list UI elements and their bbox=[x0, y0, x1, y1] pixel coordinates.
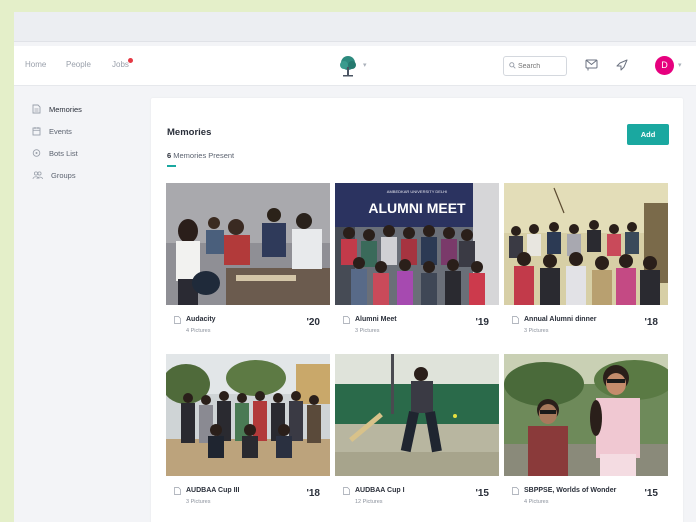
sidebar-item-groups[interactable]: Groups bbox=[32, 168, 76, 182]
memory-year: '18 bbox=[306, 488, 320, 499]
memory-photo[interactable] bbox=[335, 354, 499, 476]
add-memory-button[interactable]: Add bbox=[627, 124, 669, 145]
memory-card-audbaa-cup-i[interactable]: AUDBAA Cup I 12 Pictures '15 bbox=[335, 354, 499, 516]
memory-picture-count: 3 Pictures bbox=[186, 499, 211, 505]
memory-picture-count: 3 Pictures bbox=[524, 328, 549, 334]
banner-title: ALUMNI MEET bbox=[368, 200, 466, 216]
search-box[interactable] bbox=[503, 56, 567, 76]
memory-year: '18 bbox=[644, 317, 658, 328]
nav-people-link[interactable]: People bbox=[66, 60, 91, 69]
memory-year: '19 bbox=[475, 317, 489, 328]
sidebar-item-bots-list[interactable]: Bots List bbox=[32, 146, 78, 160]
memory-picture-count: 4 Pictures bbox=[186, 328, 211, 334]
memory-photo[interactable] bbox=[166, 183, 330, 305]
memory-title: Alumni Meet bbox=[355, 316, 397, 323]
memory-year: '20 bbox=[306, 317, 320, 328]
memory-title: SBPPSE, Worlds of Wonder bbox=[524, 487, 617, 494]
memory-card-sbppse-worlds-of-wonder[interactable]: SBPPSE, Worlds of Wonder 4 Pictures '15 bbox=[504, 354, 668, 516]
search-icon bbox=[509, 62, 516, 69]
avatar-chevron-down-icon[interactable]: ▾ bbox=[678, 61, 682, 69]
jobs-notification-dot bbox=[128, 58, 133, 63]
events-icon bbox=[32, 127, 41, 136]
memory-photo[interactable] bbox=[504, 183, 668, 305]
memory-year: '15 bbox=[475, 488, 489, 499]
document-icon bbox=[343, 487, 350, 495]
app-window: Home People Jobs ▾ D ▾ bbox=[14, 12, 696, 522]
memory-title: AUDBAA Cup I bbox=[355, 487, 405, 494]
memories-icon bbox=[32, 104, 41, 114]
sidebar-item-label: Events bbox=[49, 126, 72, 136]
memory-title: Annual Alumni dinner bbox=[524, 316, 597, 323]
memory-photo[interactable] bbox=[504, 354, 668, 476]
document-icon bbox=[174, 316, 181, 324]
memories-panel: Memories 6 Memories Present Add Audacity… bbox=[151, 98, 683, 522]
messages-icon[interactable] bbox=[585, 59, 598, 71]
memory-card-audacity[interactable]: Audacity 4 Pictures '20 bbox=[166, 183, 330, 345]
memory-picture-count: 4 Pictures bbox=[524, 499, 549, 505]
memory-card-audbaa-cup-iii[interactable]: AUDBAA Cup III 3 Pictures '18 bbox=[166, 354, 330, 516]
browser-toolbar bbox=[14, 12, 696, 42]
memories-count-number: 6 bbox=[167, 151, 172, 160]
sidebar-item-label: Bots List bbox=[49, 148, 78, 158]
memories-count-label: Memories Present bbox=[173, 151, 235, 160]
banner-subtitle: AMBEDKAR UNIVERSITY DELHI bbox=[387, 189, 447, 194]
memory-card-alumni-meet[interactable]: AMBEDKAR UNIVERSITY DELHI ALUMNI MEET Al… bbox=[335, 183, 499, 345]
sidebar-item-events[interactable]: Events bbox=[32, 124, 72, 138]
nav-home-link[interactable]: Home bbox=[25, 60, 46, 69]
memory-year: '15 bbox=[644, 488, 658, 499]
groups-icon bbox=[32, 171, 43, 180]
sidebar-item-label: Memories bbox=[49, 104, 82, 114]
tree-logo-icon[interactable] bbox=[336, 54, 360, 78]
document-icon bbox=[512, 316, 519, 324]
nav-jobs-link[interactable]: Jobs bbox=[112, 60, 129, 69]
sidebar-item-label: Groups bbox=[51, 170, 76, 180]
rocket-icon[interactable] bbox=[615, 59, 628, 72]
logo-chevron-down-icon[interactable]: ▾ bbox=[363, 61, 367, 69]
memories-count: 6 Memories Present bbox=[167, 151, 234, 160]
document-icon bbox=[343, 316, 350, 324]
memory-picture-count: 3 Pictures bbox=[355, 328, 380, 334]
sidebar-item-memories[interactable]: Memories bbox=[32, 102, 82, 116]
memory-card-annual-alumni-dinner[interactable]: Annual Alumni dinner 3 Pictures '18 bbox=[504, 183, 668, 345]
document-icon bbox=[512, 487, 519, 495]
memory-picture-count: 12 Pictures bbox=[355, 499, 383, 505]
memory-title: AUDBAA Cup III bbox=[186, 487, 240, 494]
title-underline bbox=[167, 165, 176, 167]
search-input[interactable] bbox=[518, 60, 564, 72]
memory-title: Audacity bbox=[186, 316, 216, 323]
user-avatar[interactable]: D bbox=[655, 56, 674, 75]
document-icon bbox=[174, 487, 181, 495]
memory-photo[interactable]: AMBEDKAR UNIVERSITY DELHI ALUMNI MEET bbox=[335, 183, 499, 305]
bots-list-icon bbox=[32, 149, 41, 157]
top-navbar: Home People Jobs ▾ D ▾ bbox=[14, 46, 696, 86]
page-title: Memories bbox=[167, 127, 212, 138]
memory-photo[interactable] bbox=[166, 354, 330, 476]
